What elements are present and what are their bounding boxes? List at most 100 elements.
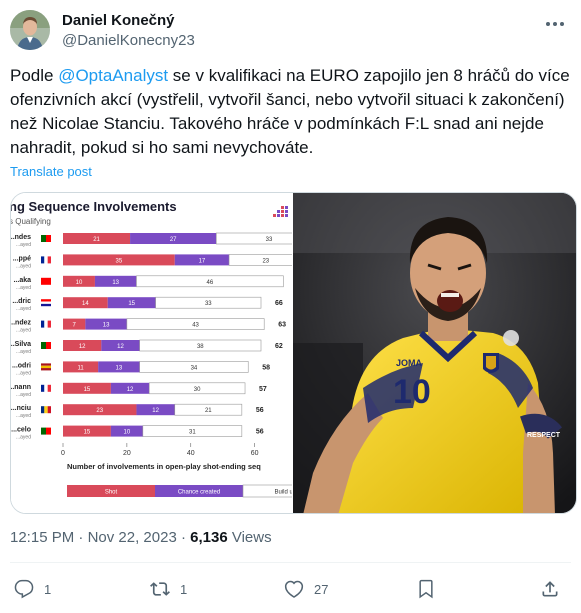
- flag-icon: [44, 384, 48, 392]
- player-label: ...nann: [11, 384, 31, 391]
- player-label: ...ndes: [11, 234, 31, 241]
- legend-label: Shot: [105, 490, 118, 496]
- bar-total-label: 58: [262, 364, 270, 371]
- flag-icon: [44, 320, 48, 328]
- player-label: ...Silva: [11, 341, 31, 348]
- bar-value-label: 27: [170, 237, 177, 243]
- mention-link[interactable]: @OptaAnalyst: [58, 66, 168, 85]
- timestamp-separator-2: ·: [176, 529, 191, 546]
- flag-icon: [41, 303, 51, 307]
- legend-label: Chance created: [178, 490, 220, 496]
- chart-svg: ng Sequence Involvements s Qualifying ..…: [11, 193, 292, 513]
- bar-value-label: 21: [205, 408, 212, 414]
- player-sublabel: ...ayed: [16, 306, 31, 312]
- repost-icon: [150, 582, 170, 596]
- avatar[interactable]: [10, 10, 50, 50]
- bookmark-icon: [419, 579, 433, 599]
- bar-value-label: 12: [117, 344, 124, 350]
- player-sublabel: ...ayed: [16, 392, 31, 398]
- sponsor-text: JOMA: [396, 358, 423, 368]
- views-label: Views: [227, 529, 272, 546]
- timestamp-separator: ·: [74, 529, 88, 546]
- bookmark-button[interactable]: [416, 575, 436, 603]
- tweet-text-start: Podle: [10, 66, 59, 85]
- like-button[interactable]: 27: [284, 575, 328, 603]
- flag-icon: [41, 301, 51, 304]
- bar-total-label: 57: [259, 386, 267, 393]
- player-photo[interactable]: RESPECT JOMA 10: [293, 193, 576, 513]
- player-sublabel: ...ayed: [16, 328, 31, 334]
- post-time[interactable]: 12:15 PM: [10, 529, 74, 546]
- flag-icon: [41, 427, 46, 435]
- bar-value-label: 13: [116, 365, 123, 371]
- views-count: 6,136: [190, 529, 228, 546]
- player-sublabel: ...ayed: [16, 435, 31, 441]
- tweet-header: Daniel Konečný @DanielKonecny23: [10, 10, 571, 54]
- bar-value-label: 12: [79, 344, 86, 350]
- repost-count: 1: [180, 581, 188, 597]
- bar-segment: [215, 232, 292, 245]
- bar-value-label: 35: [116, 258, 123, 264]
- player-sublabel: ...ayed: [16, 242, 31, 248]
- flag-icon: [47, 320, 51, 328]
- player-sublabel: ...ayed: [16, 263, 31, 269]
- bar-value-label: 38: [197, 344, 204, 350]
- flag-icon: [44, 406, 48, 414]
- player-label: ...ndez: [11, 320, 31, 327]
- armband-text: RESPECT: [527, 432, 561, 439]
- reply-button[interactable]: 1: [14, 575, 51, 603]
- flag-icon: [41, 406, 45, 414]
- bar-value-label: 13: [112, 280, 119, 286]
- media-grid: ng Sequence Involvements s Qualifying ..…: [10, 192, 577, 514]
- tweet-text: Podle @OptaAnalyst se v kvalifikaci na E…: [10, 64, 570, 160]
- bar-value-label: 33: [205, 301, 212, 307]
- flag-icon: [41, 277, 51, 285]
- bar-segment: [228, 254, 292, 266]
- share-button[interactable]: [540, 575, 560, 603]
- heart-icon: [284, 580, 304, 598]
- flag-icon: [46, 342, 51, 349]
- flag-icon: [41, 299, 51, 302]
- bar-value-label: 23: [96, 408, 103, 414]
- bar-value-label: 15: [128, 301, 135, 307]
- flag-icon: [41, 235, 46, 242]
- player-label: ...celo: [11, 427, 31, 434]
- divider: [10, 562, 571, 563]
- flag-icon: [41, 363, 51, 366]
- crest-icon: [483, 353, 499, 373]
- bar-value-label: 10: [124, 430, 131, 436]
- bar-total-label: 56: [256, 429, 264, 436]
- x-tick-label: 60: [251, 450, 259, 457]
- author-name[interactable]: Daniel Konečný: [62, 12, 175, 29]
- bar-value-label: 46: [207, 280, 214, 286]
- post-date[interactable]: Nov 22, 2023: [88, 529, 177, 546]
- chart-image[interactable]: ng Sequence Involvements s Qualifying ..…: [11, 193, 293, 513]
- flag-icon: [47, 256, 51, 264]
- flag-icon: [46, 427, 51, 435]
- player-label: ...odri: [12, 362, 31, 369]
- bar-value-label: 12: [152, 408, 159, 414]
- bar-value-label: 30: [194, 387, 201, 393]
- more-options-icon[interactable]: [543, 14, 567, 34]
- bar-value-label: 13: [103, 323, 110, 329]
- bar-value-label: 23: [262, 258, 269, 264]
- like-count: 27: [314, 581, 329, 597]
- chart-title: ng Sequence Involvements: [11, 199, 177, 214]
- flag-icon: [46, 235, 51, 242]
- tweet-timestamp: 12:15 PM · Nov 22, 2023 · 6,136 Views: [10, 529, 272, 546]
- badge-icon: [503, 330, 519, 346]
- bar-value-label: 17: [199, 258, 206, 264]
- bar-value-label: 33: [266, 237, 273, 243]
- reply-count: 1: [44, 581, 52, 597]
- flag-icon: [41, 342, 46, 349]
- author-handle[interactable]: @DanielKonecny23: [62, 32, 195, 49]
- flag-icon: [41, 320, 45, 328]
- bar-value-label: 10: [76, 280, 83, 286]
- bar-total-label: 56: [256, 407, 264, 414]
- repost-button[interactable]: 1: [150, 575, 187, 603]
- bar-value-label: 11: [77, 365, 84, 371]
- share-icon: [542, 581, 558, 597]
- bar-value-label: 21: [93, 237, 100, 243]
- player-label: ...aka: [13, 277, 31, 284]
- translate-post-link[interactable]: Translate post: [10, 164, 92, 179]
